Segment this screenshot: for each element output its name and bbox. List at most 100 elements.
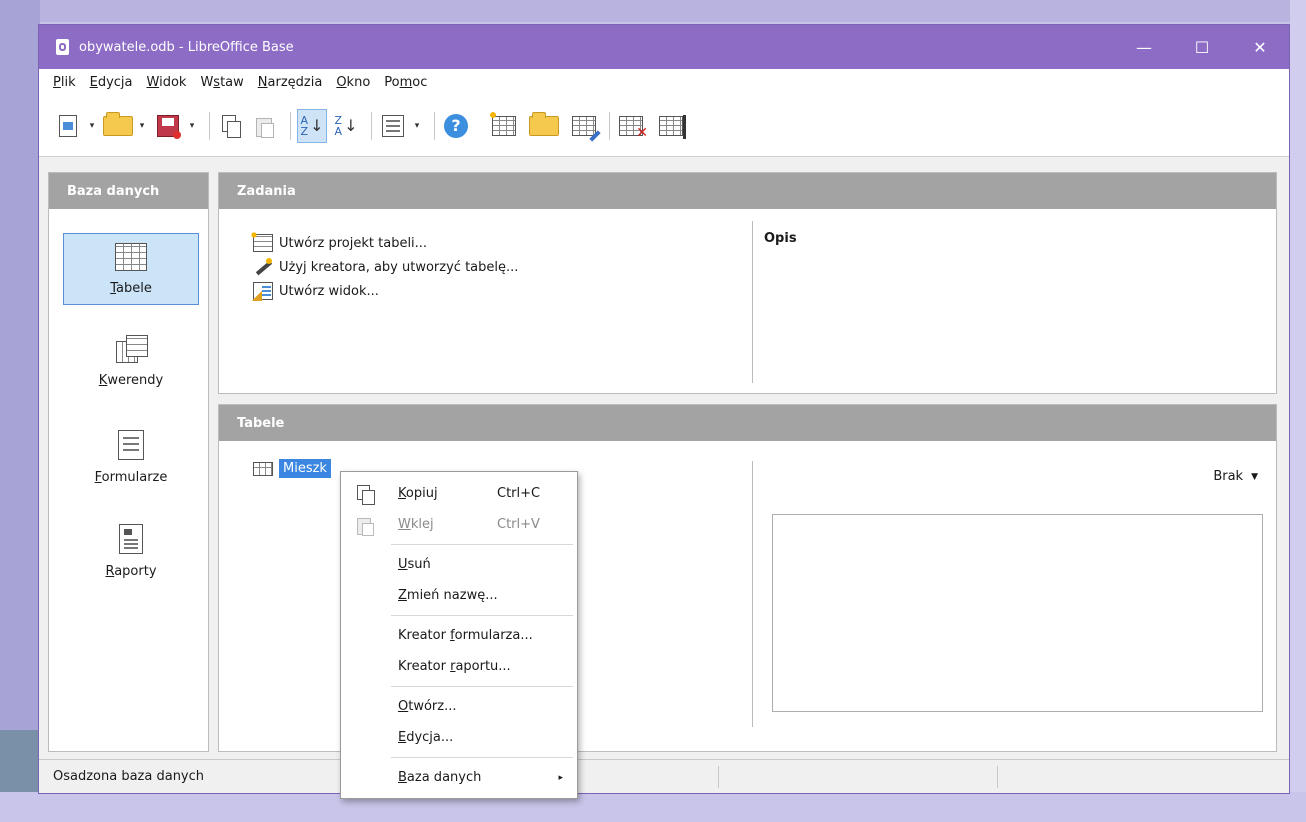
description-label: Opis	[764, 231, 797, 246]
open-rest: twórz...	[408, 699, 457, 714]
database-key: B	[398, 770, 407, 785]
form-icon	[382, 114, 404, 137]
rename-rest: mień nazwę...	[406, 588, 498, 603]
desktop-background-left	[0, 0, 40, 822]
edit-table-button[interactable]	[569, 109, 599, 143]
menu-separator	[391, 686, 573, 687]
sidebar-item-formularze[interactable]: Formularze	[63, 421, 199, 493]
menu-item-label: Otwórz...	[398, 699, 456, 714]
sidebar-title: Baza danych	[49, 173, 208, 209]
delete-table-button[interactable]	[616, 109, 648, 143]
create-table-design-button[interactable]	[488, 109, 519, 143]
table-entry-label: Mieszk	[279, 459, 331, 478]
paste-button[interactable]	[250, 109, 280, 143]
menu-wstaw[interactable]: Wstaw	[200, 75, 243, 90]
menu-pomoc[interactable]: Pomoc	[384, 75, 427, 90]
sort-descending-button[interactable]: ZA ↓	[331, 109, 361, 143]
menu-plik[interactable]: Plik	[53, 75, 76, 90]
sidebar-item-label: Tabele	[110, 281, 152, 296]
sidebar-formularze-key: F	[94, 469, 102, 485]
menu-edycja[interactable]: Edycja	[90, 75, 133, 90]
maximize-button[interactable]: ☐	[1173, 25, 1231, 69]
menu-item-rename[interactable]: Zmień nazwę...	[341, 580, 577, 611]
database-rest: aza danych	[406, 770, 482, 785]
desktop-background-top	[0, 0, 1306, 22]
open-button[interactable]	[103, 109, 133, 143]
copy-icon	[357, 485, 375, 505]
sort-ascending-button[interactable]: AZ ↓	[297, 108, 327, 143]
menu-edycja-key: E	[89, 74, 98, 90]
task-create-table-design[interactable]: Utwórz projekt tabeli...	[250, 231, 518, 255]
menu-item-copy[interactable]: Kopiuj Ctrl+C	[341, 478, 577, 509]
table-icon	[253, 461, 273, 476]
menu-separator	[391, 615, 573, 616]
menu-item-label: Kreator raportu...	[398, 659, 511, 674]
queries-icon	[116, 334, 148, 363]
menu-item-edit[interactable]: Edycja...	[341, 722, 577, 753]
menu-plik-post: lik	[60, 74, 76, 90]
minimize-button[interactable]: —	[1115, 25, 1173, 69]
delete-rest: suń	[407, 557, 431, 572]
table-entry-mieszkancy[interactable]: Mieszk	[253, 459, 331, 478]
save-icon	[157, 114, 181, 139]
menu-item-label: Edycja...	[398, 730, 453, 745]
status-separator	[997, 766, 998, 788]
open-folder-icon	[103, 111, 133, 136]
title-bar[interactable]: obywatele.odb - LibreOffice Base — ☐ ✕	[39, 25, 1289, 69]
menu-separator	[391, 757, 573, 758]
edit-rest: dycja...	[406, 730, 454, 745]
close-button[interactable]: ✕	[1231, 25, 1289, 69]
menu-widok[interactable]: Widok	[147, 75, 187, 90]
database-sidebar: Baza danych Tabele Kwerendy Formularze R…	[48, 172, 209, 752]
task-table-wizard[interactable]: Użyj kreatora, aby utworzyć tabelę...	[253, 255, 518, 279]
desktop-background-bottom	[0, 792, 1306, 822]
menu-item-database[interactable]: Baza danych ▸	[341, 762, 577, 793]
form-wizard-rest: ormularza...	[454, 628, 533, 643]
open-database-object-button[interactable]	[529, 109, 559, 143]
menu-item-delete[interactable]: Usuń	[341, 549, 577, 580]
forms-icon	[118, 429, 144, 460]
new-document-dropdown[interactable]: ▾	[87, 109, 97, 143]
sidebar-item-label: Kwerendy	[99, 373, 163, 388]
save-dropdown[interactable]: ▾	[187, 109, 197, 143]
menu-item-form-wizard[interactable]: Kreator formularza...	[341, 620, 577, 651]
menu-item-label: Kopiuj	[398, 486, 438, 501]
tables-panel-title: Tabele	[219, 405, 1276, 441]
sidebar-item-label: Formularze	[95, 470, 168, 485]
menu-item-report-wizard[interactable]: Kreator raportu...	[341, 651, 577, 682]
menu-narzedzia[interactable]: Narzędzia	[258, 75, 323, 90]
menu-separator	[391, 544, 573, 545]
preview-mode-dropdown[interactable]: Brak ▼	[1213, 469, 1258, 484]
new-form-dropdown[interactable]: ▾	[412, 109, 422, 143]
menu-widok-post: idok	[159, 74, 187, 90]
edit-table-icon	[572, 115, 596, 136]
new-form-button[interactable]	[378, 109, 408, 143]
menu-narzedzia-post: arzędzia	[267, 74, 323, 90]
menu-item-label: Zmień nazwę...	[398, 588, 498, 603]
help-button[interactable]: ?	[441, 109, 471, 143]
copy-button[interactable]	[216, 109, 246, 143]
context-menu: Kopiuj Ctrl+C Wklej Ctrl+V Usuń Zmień na…	[340, 471, 578, 799]
report-wizard-rest: aportu...	[455, 659, 511, 674]
menu-okno[interactable]: Okno	[336, 75, 370, 90]
open-dropdown[interactable]: ▾	[137, 109, 147, 143]
copy-key: K	[398, 486, 406, 501]
reports-icon	[119, 523, 143, 554]
form-wizard-pre: Kreator	[398, 628, 451, 643]
sidebar-item-tabele[interactable]: Tabele	[63, 233, 199, 305]
rename-table-icon	[659, 114, 686, 139]
task-label: Utwórz projekt tabeli...	[279, 235, 428, 251]
task-create-view[interactable]: Utwórz widok...	[252, 279, 518, 303]
sidebar-item-kwerendy[interactable]: Kwerendy	[63, 325, 199, 397]
menu-item-shortcut: Ctrl+V	[497, 517, 540, 532]
menu-item-open[interactable]: Otwórz...	[341, 691, 577, 722]
new-document-icon	[59, 114, 77, 137]
window-title: obywatele.odb - LibreOffice Base	[79, 39, 294, 55]
sidebar-item-raporty[interactable]: Raporty	[63, 515, 199, 587]
menu-item-label: Wklej	[398, 517, 434, 532]
new-document-button[interactable]	[53, 109, 83, 143]
toolbar-separator	[209, 111, 210, 140]
menu-item-paste[interactable]: Wklej Ctrl+V	[341, 509, 577, 540]
rename-table-button[interactable]	[656, 109, 686, 143]
save-button[interactable]	[153, 109, 183, 143]
